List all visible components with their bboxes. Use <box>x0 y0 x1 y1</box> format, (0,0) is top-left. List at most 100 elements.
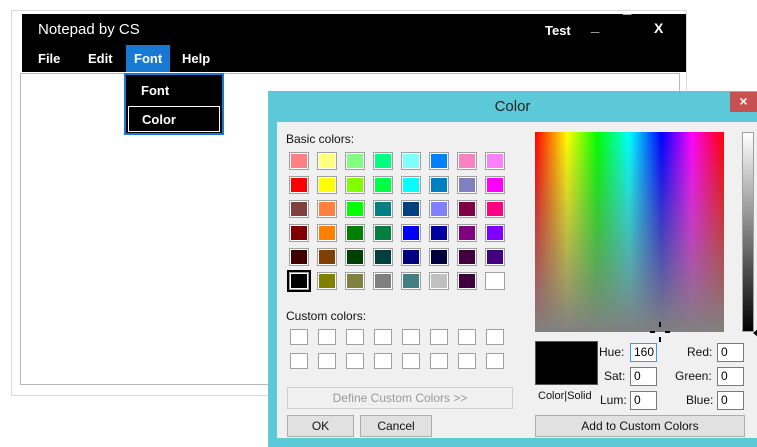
custom-color-swatch[interactable] <box>318 329 336 345</box>
basic-color-swatch[interactable] <box>346 249 364 265</box>
maximize-button[interactable]: ¯ <box>623 12 631 29</box>
custom-color-swatch[interactable] <box>402 329 420 345</box>
basic-color-swatch[interactable] <box>346 153 364 169</box>
menu-bar: File Edit Font Help <box>22 45 686 72</box>
custom-color-swatch[interactable] <box>402 353 420 369</box>
custom-color-swatch[interactable] <box>458 329 476 345</box>
basic-color-swatch[interactable] <box>346 177 364 193</box>
custom-color-swatch[interactable] <box>430 353 448 369</box>
basic-color-swatch[interactable] <box>287 270 311 292</box>
minimize-button[interactable]: _ <box>591 18 599 35</box>
luminosity-slider[interactable] <box>742 132 754 332</box>
basic-color-swatch[interactable] <box>402 225 420 241</box>
crosshair-icon <box>650 322 670 342</box>
basic-color-swatch[interactable] <box>486 201 504 217</box>
basic-color-swatch[interactable] <box>346 225 364 241</box>
dialog-close-button[interactable]: × <box>730 92 757 112</box>
window-title: Notepad by CS <box>38 21 140 38</box>
menu-edit[interactable]: Edit <box>80 45 121 72</box>
basic-color-swatch[interactable] <box>374 177 392 193</box>
custom-color-swatch[interactable] <box>486 329 504 345</box>
dialog-title: Color <box>494 98 531 115</box>
basic-color-swatch[interactable] <box>458 177 476 193</box>
custom-color-swatch[interactable] <box>374 329 392 345</box>
basic-color-swatch[interactable] <box>374 273 392 289</box>
font-dropdown-menu: Font Color <box>124 73 224 135</box>
basic-color-swatch[interactable] <box>486 153 504 169</box>
basic-color-swatch[interactable] <box>430 177 448 193</box>
basic-color-swatch[interactable] <box>346 273 364 289</box>
basic-color-swatch[interactable] <box>318 249 336 265</box>
basic-color-swatch[interactable] <box>374 201 392 217</box>
basic-color-swatch[interactable] <box>430 249 448 265</box>
basic-color-swatch[interactable] <box>374 153 392 169</box>
blue-label: Blue: <box>686 393 714 407</box>
custom-color-swatch[interactable] <box>458 353 476 369</box>
basic-color-swatch[interactable] <box>430 273 448 289</box>
basic-color-swatch[interactable] <box>430 201 448 217</box>
custom-color-swatch[interactable] <box>430 329 448 345</box>
custom-color-swatch[interactable] <box>290 353 308 369</box>
custom-color-swatch[interactable] <box>318 353 336 369</box>
menu-file[interactable]: File <box>30 45 68 72</box>
basic-color-swatch[interactable] <box>290 225 308 241</box>
basic-color-swatch[interactable] <box>290 249 308 265</box>
lum-input[interactable]: 0 <box>630 391 657 410</box>
custom-color-swatch[interactable] <box>290 329 308 345</box>
basic-color-swatch[interactable] <box>402 249 420 265</box>
basic-color-swatch[interactable] <box>402 201 420 217</box>
basic-color-swatch[interactable] <box>458 273 476 289</box>
ok-button[interactable]: OK <box>287 415 354 437</box>
basic-color-swatch[interactable] <box>458 249 476 265</box>
menu-item-font[interactable]: Font <box>128 78 220 104</box>
custom-color-swatch[interactable] <box>346 329 364 345</box>
basic-color-swatch[interactable] <box>318 177 336 193</box>
sat-input[interactable]: 0 <box>630 367 657 386</box>
basic-color-swatch[interactable] <box>430 225 448 241</box>
basic-color-swatch[interactable] <box>486 273 504 289</box>
color-solid-label: Color|Solid <box>538 390 592 402</box>
menu-help[interactable]: Help <box>174 45 218 72</box>
basic-color-swatch[interactable] <box>458 153 476 169</box>
basic-color-swatch[interactable] <box>318 225 336 241</box>
basic-color-swatch[interactable] <box>290 153 308 169</box>
notepad-titlebar: Notepad by CS Test _ ¯ X <box>22 12 686 45</box>
title-user-label: Test <box>545 23 571 38</box>
basic-color-swatch[interactable] <box>486 225 504 241</box>
basic-color-swatch[interactable] <box>402 273 420 289</box>
add-to-custom-colors-button[interactable]: Add to Custom Colors <box>535 415 745 437</box>
sat-label: Sat: <box>604 369 626 383</box>
basic-color-swatch[interactable] <box>374 225 392 241</box>
basic-color-swatch[interactable] <box>346 201 364 217</box>
basic-color-swatch[interactable] <box>290 177 308 193</box>
luminosity-arrow-icon[interactable] <box>753 325 757 341</box>
menu-font[interactable]: Font <box>126 45 171 72</box>
basic-color-swatch[interactable] <box>318 153 336 169</box>
custom-color-swatch[interactable] <box>374 353 392 369</box>
dialog-body: Basic colors: Custom colors: Define Cust… <box>277 122 757 438</box>
cancel-button[interactable]: Cancel <box>360 415 432 437</box>
menu-item-color[interactable]: Color <box>128 106 220 132</box>
basic-color-swatch[interactable] <box>486 177 504 193</box>
blue-input[interactable]: 0 <box>717 391 744 410</box>
basic-color-swatch[interactable] <box>458 225 476 241</box>
basic-color-swatch[interactable] <box>486 249 504 265</box>
custom-colors-label: Custom colors: <box>286 309 367 323</box>
color-spectrum[interactable] <box>535 132 724 332</box>
basic-color-swatch[interactable] <box>402 153 420 169</box>
basic-color-swatch[interactable] <box>318 273 336 289</box>
basic-colors-label: Basic colors: <box>286 132 355 146</box>
basic-color-swatch[interactable] <box>374 249 392 265</box>
basic-color-swatch[interactable] <box>430 153 448 169</box>
custom-color-swatch[interactable] <box>346 353 364 369</box>
basic-color-swatch[interactable] <box>458 201 476 217</box>
red-input[interactable]: 0 <box>717 343 744 362</box>
custom-color-swatch[interactable] <box>486 353 504 369</box>
green-input[interactable]: 0 <box>717 367 744 386</box>
basic-color-swatch[interactable] <box>290 201 308 217</box>
define-custom-colors-button[interactable]: Define Custom Colors >> <box>287 387 513 409</box>
close-button[interactable]: X <box>654 20 663 36</box>
basic-color-swatch[interactable] <box>318 201 336 217</box>
basic-color-swatch[interactable] <box>402 177 420 193</box>
hue-input[interactable]: 160 <box>630 343 657 362</box>
